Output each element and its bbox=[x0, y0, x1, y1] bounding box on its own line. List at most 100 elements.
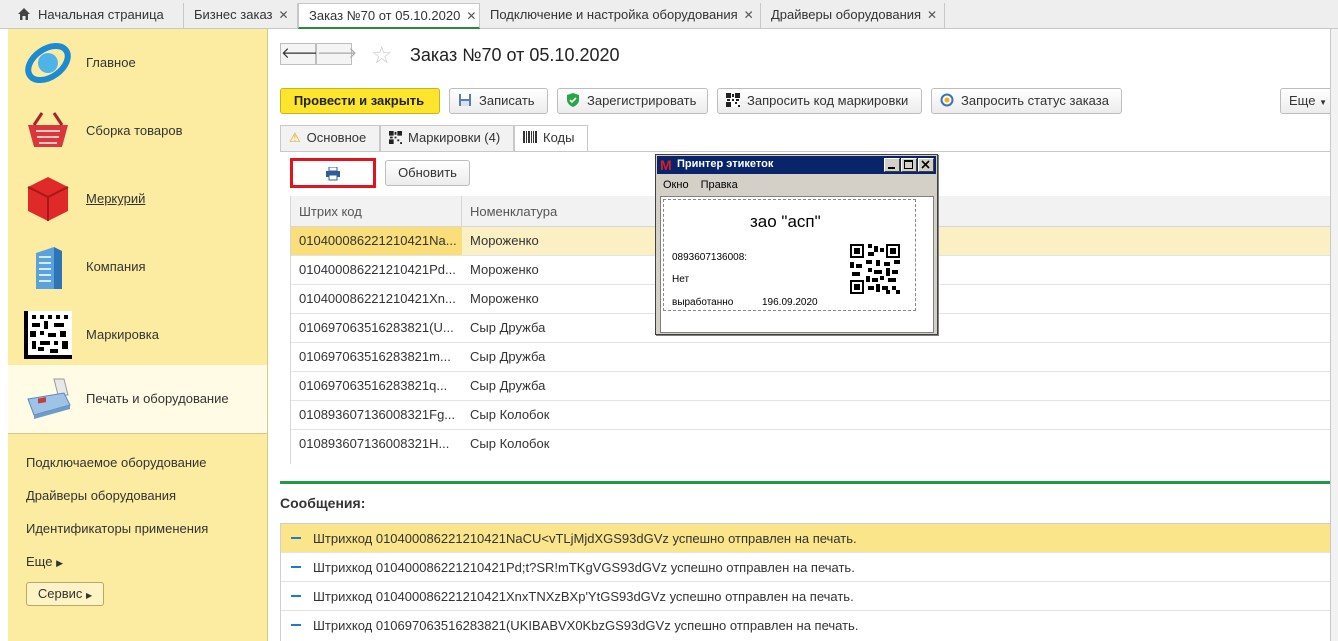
list-item[interactable]: Штрихкод 010400086221210421XnxTNXzBXp'Yt… bbox=[281, 582, 1333, 611]
request-order-status-button[interactable]: Запросить статус заказа bbox=[931, 88, 1122, 114]
save-button[interactable]: Записать bbox=[449, 88, 548, 114]
maximize-button[interactable] bbox=[901, 158, 917, 172]
refresh-button[interactable]: Обновить bbox=[385, 160, 470, 186]
sidebar-item-print-equipment[interactable]: Печать и оборудование bbox=[8, 365, 267, 433]
message-text: Штрихкод 010400086221210421XnxTNXzBXp'Yt… bbox=[313, 589, 854, 604]
close-icon[interactable]: ✕ bbox=[278, 8, 288, 22]
table-row[interactable]: 010893607136008321Fg... Сыр Колобок bbox=[291, 401, 1338, 430]
print-button[interactable] bbox=[290, 158, 376, 188]
cell-barcode: 010697063516283821q... bbox=[299, 378, 448, 393]
tab-label: Маркировки (4) bbox=[408, 130, 501, 145]
tab-business-order[interactable]: Бизнес заказ ✕ bbox=[184, 3, 298, 29]
sidebar-link-drivers[interactable]: Драйверы оборудования bbox=[26, 488, 176, 503]
sidebar-item-assembly[interactable]: Сборка товаров bbox=[8, 97, 267, 165]
label-printer-window: M Принтер этикеток Окно Правка зао "асп" … bbox=[655, 154, 938, 335]
list-item[interactable]: Штрихкод 010400086221210421Pd;t?SR!mTKgV… bbox=[281, 553, 1333, 582]
tab-drivers[interactable]: Драйверы оборудования ✕ bbox=[761, 3, 945, 29]
label-preview: зао "асп" 0893607136008: Нет выработанно… bbox=[663, 199, 916, 311]
sidebar-link-connected-equipment[interactable]: Подключаемое оборудование bbox=[26, 455, 207, 470]
basket-icon bbox=[28, 112, 68, 147]
menu-edit[interactable]: Правка bbox=[701, 179, 738, 191]
window-menubar: Окно Правка bbox=[663, 179, 750, 191]
register-button[interactable]: Зарегистрировать bbox=[557, 88, 708, 114]
cell-nomenclature: Сыр Дружба bbox=[470, 349, 546, 364]
close-icon[interactable]: ✕ bbox=[744, 8, 754, 22]
sidebar-item-mercury[interactable]: Меркурий bbox=[8, 165, 267, 233]
sidebar-item-label: Меркурий bbox=[86, 191, 146, 206]
messages-title: Сообщения: bbox=[280, 495, 366, 511]
warning-icon: ⚠ bbox=[289, 130, 301, 145]
column-header-barcode[interactable]: Штрих код bbox=[291, 196, 462, 227]
close-icon[interactable]: ✕ bbox=[927, 8, 937, 22]
forward-button[interactable]: 🡒 bbox=[316, 43, 357, 65]
tab-divider bbox=[280, 151, 1338, 152]
menu-window[interactable]: Окно bbox=[663, 179, 689, 191]
sidebar-item-main[interactable]: Главное bbox=[8, 29, 267, 97]
window-right-edge bbox=[1330, 29, 1338, 641]
table-row[interactable]: 010697063516283821m... Сыр Дружба bbox=[291, 343, 1338, 372]
close-button[interactable] bbox=[918, 158, 934, 172]
maximize-icon bbox=[904, 160, 913, 169]
arrow-right-icon: 🡒 bbox=[317, 45, 358, 62]
chevron-down-icon: ▼ bbox=[1319, 98, 1327, 107]
table-row[interactable]: 010697063516283821q... Сыр Дружба bbox=[291, 372, 1338, 401]
table-row[interactable]: 010893607136008321H... Сыр Колобок bbox=[291, 430, 1338, 459]
sidebar-item-label: Печать и оборудование bbox=[86, 391, 229, 406]
sidebar-link-more-label: Еще bbox=[26, 554, 53, 569]
list-item[interactable]: Штрихкод 010697063516283821(UKIBABVX0Kbz… bbox=[281, 611, 1333, 640]
more-button-label: Еще bbox=[1289, 93, 1316, 108]
tab-equipment-setup[interactable]: Подключение и настройка оборудования ✕ bbox=[480, 3, 761, 29]
label-code: 0893607136008: bbox=[672, 252, 748, 263]
tab-markings[interactable]: Маркировки (4) bbox=[380, 125, 514, 151]
favorite-star-icon[interactable]: ☆ bbox=[371, 41, 393, 70]
barcode-icon bbox=[523, 131, 537, 143]
window-titlebar[interactable]: M Принтер этикеток bbox=[657, 156, 936, 174]
mercury-cube-icon bbox=[27, 177, 69, 221]
top-tab-bar: Начальная страница Бизнес заказ ✕ Заказ №… bbox=[0, 0, 1338, 29]
service-button[interactable]: Сервис ▶ bbox=[26, 582, 104, 606]
save-button-label: Записать bbox=[479, 93, 535, 108]
cash-register-icon bbox=[27, 378, 71, 419]
label-company: зао "асп" bbox=[750, 212, 821, 231]
cell-nomenclature: Сыр Дружба bbox=[470, 378, 546, 393]
sidebar-link-identifiers[interactable]: Идентификаторы применения bbox=[26, 521, 208, 536]
sidebar-item-marking[interactable]: Маркировка bbox=[8, 301, 267, 369]
main-globe-icon bbox=[25, 42, 71, 84]
building-icon bbox=[36, 247, 62, 289]
tab-label: Драйверы оборудования bbox=[771, 7, 922, 22]
request-marking-code-button[interactable]: Запросить код маркировки bbox=[717, 88, 922, 114]
sidebar-link-more[interactable]: Еще ▶ bbox=[26, 554, 63, 569]
tab-label: Начальная страница bbox=[38, 7, 164, 22]
minimize-button[interactable] bbox=[884, 158, 900, 172]
messages-splitter[interactable] bbox=[280, 481, 1334, 484]
cell-barcode: 010697063516283821m... bbox=[299, 349, 451, 364]
cell-barcode: 010400086221210421Na... bbox=[291, 227, 462, 255]
chevron-right-icon: ▶ bbox=[86, 591, 93, 600]
qr-icon bbox=[726, 93, 740, 107]
label-made: выработанно bbox=[672, 297, 734, 308]
dash-icon bbox=[291, 595, 301, 597]
tab-order-70[interactable]: Заказ №70 от 05.10.2020 ✕ bbox=[298, 3, 480, 29]
label-net: Нет bbox=[672, 274, 690, 285]
qr-icon bbox=[389, 131, 402, 144]
floppy-disk-icon bbox=[459, 94, 471, 106]
tab-codes[interactable]: Коды bbox=[514, 125, 588, 152]
close-icon[interactable]: ✕ bbox=[466, 9, 476, 23]
sidebar-item-company[interactable]: Компания bbox=[8, 233, 267, 301]
home-icon bbox=[18, 8, 30, 20]
tab-label: Коды bbox=[543, 130, 575, 145]
tab-main[interactable]: ⚠ Основное bbox=[280, 125, 380, 151]
message-text: Штрихкод 010400086221210421NaCU<vTLjMjdX… bbox=[313, 531, 857, 546]
request-marking-code-label: Запросить код маркировки bbox=[747, 93, 909, 108]
back-button[interactable]: 🡐 bbox=[280, 43, 321, 65]
post-and-close-button[interactable]: Провести и закрыть bbox=[280, 88, 440, 114]
page-title: Заказ №70 от 05.10.2020 bbox=[410, 45, 620, 65]
refresh-status-icon bbox=[940, 93, 954, 107]
label-date: 196.09.2020 bbox=[762, 297, 818, 308]
cell-barcode: 010893607136008321H... bbox=[299, 436, 450, 451]
list-item[interactable]: Штрихкод 010400086221210421NaCU<vTLjMjdX… bbox=[281, 524, 1333, 553]
label-preview-canvas: зао "асп" 0893607136008: Нет выработанно… bbox=[660, 196, 934, 333]
tab-home[interactable]: Начальная страница bbox=[8, 3, 184, 29]
service-button-label: Сервис bbox=[37, 586, 83, 601]
tab-label: Подключение и настройка оборудования bbox=[490, 7, 738, 22]
